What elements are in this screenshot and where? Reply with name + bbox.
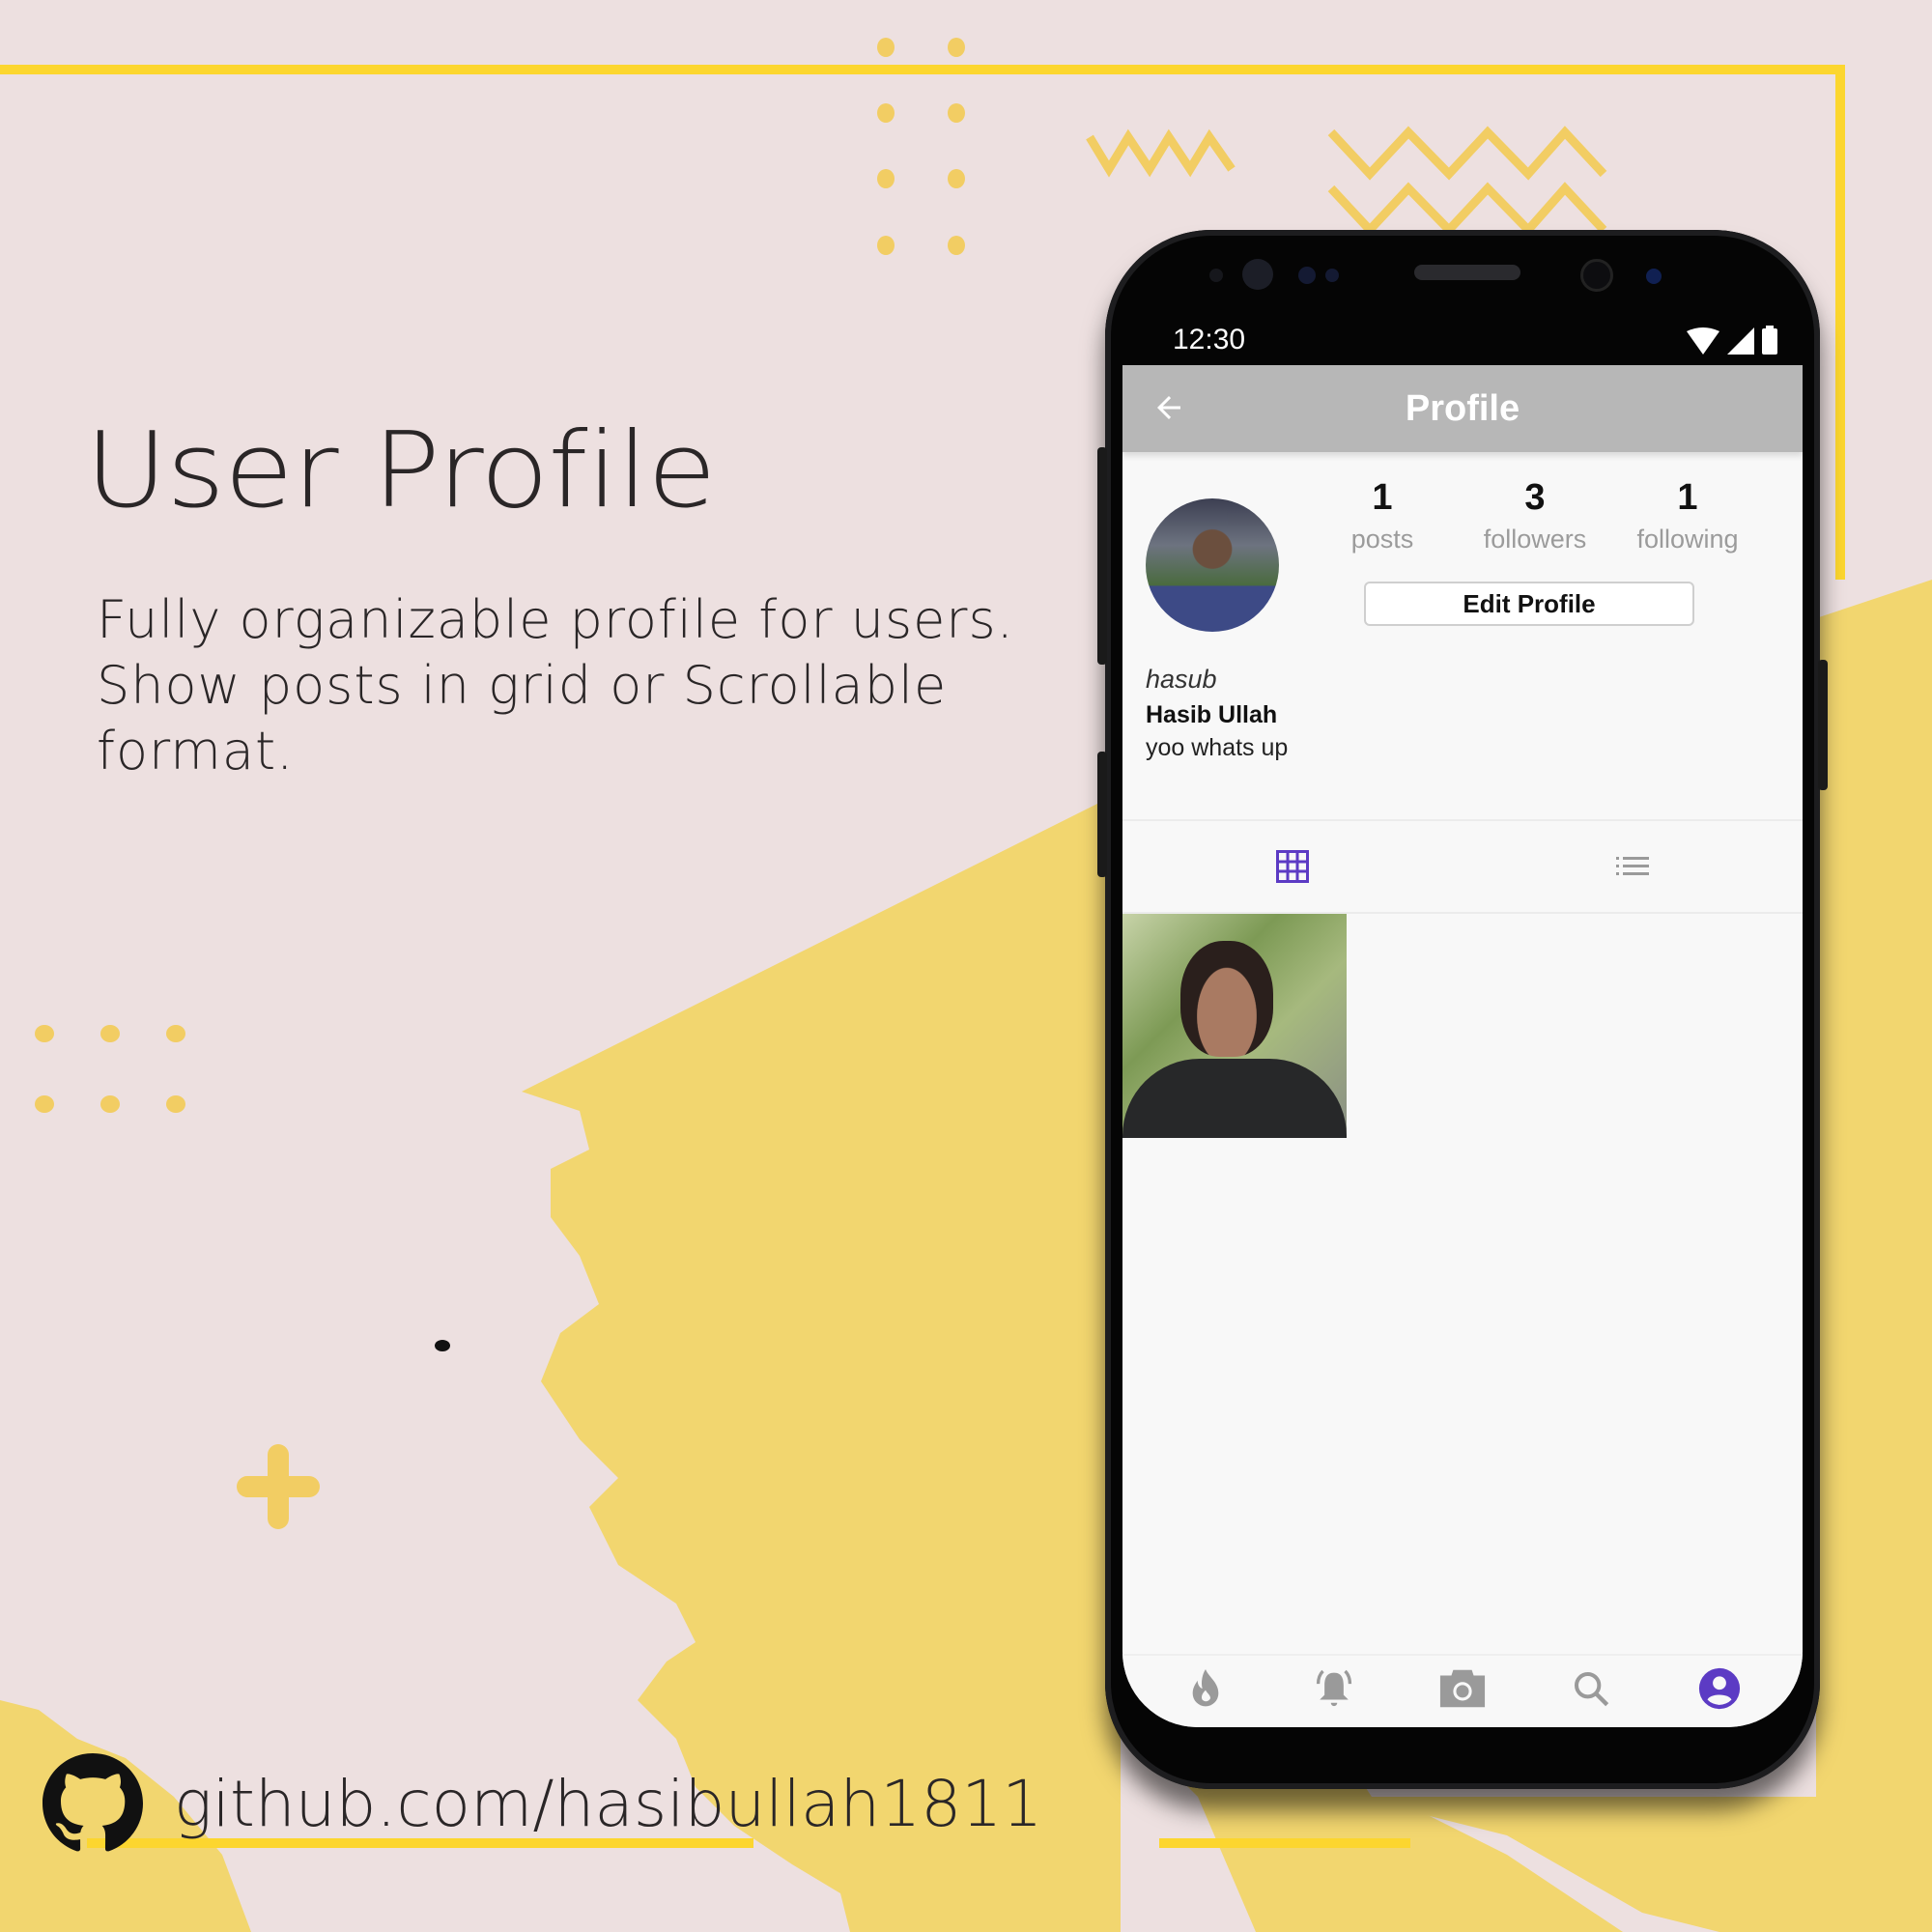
sensor <box>1298 267 1316 284</box>
edit-profile-button[interactable]: Edit Profile <box>1364 582 1694 626</box>
search-icon <box>1574 1672 1608 1707</box>
nav-search[interactable] <box>1562 1660 1620 1718</box>
nav-profile[interactable] <box>1690 1660 1748 1718</box>
sensor <box>1325 269 1339 282</box>
stat-value: 3 <box>1524 477 1546 518</box>
app-bar: Profile <box>1122 365 1803 452</box>
status-time: 12:30 <box>1173 324 1246 355</box>
bell-icon <box>1317 1669 1352 1707</box>
account-circle-icon <box>1698 1667 1740 1710</box>
nav-notifications[interactable] <box>1305 1660 1363 1718</box>
app-screen: Profile 1 posts 3 followers 1 following … <box>1122 365 1803 1727</box>
stat-value: 1 <box>1372 477 1393 518</box>
profile-stats: 1 posts 3 followers 1 following <box>1306 477 1764 554</box>
hero-description: Fully organizable profile for users. Sho… <box>97 589 1014 781</box>
tab-grid-view[interactable] <box>1122 821 1463 912</box>
bottom-navigation <box>1122 1654 1803 1727</box>
wifi-icon <box>1687 327 1719 355</box>
username: hasub <box>1146 665 1217 694</box>
display-name: Hasib Ullah <box>1146 701 1278 728</box>
dot-pattern-left <box>35 1025 185 1113</box>
bio: yoo whats up <box>1146 734 1289 761</box>
list-icon <box>1616 857 1649 875</box>
camera-icon <box>1439 1669 1486 1708</box>
nav-feed[interactable] <box>1177 1660 1235 1718</box>
nav-camera[interactable] <box>1434 1660 1492 1718</box>
battery-icon <box>1762 326 1777 355</box>
view-toggle <box>1122 821 1803 912</box>
sensor <box>1242 259 1273 290</box>
earpiece-speaker <box>1414 265 1520 280</box>
app-bar-title: Profile <box>1405 387 1520 429</box>
power-button <box>1818 660 1828 790</box>
side-button <box>1097 752 1107 877</box>
stat-label: following <box>1636 525 1739 554</box>
github-icon <box>43 1753 143 1852</box>
zigzag-decoration <box>1086 126 1607 237</box>
signal-icon <box>1727 327 1754 355</box>
tab-list-view[interactable] <box>1463 821 1803 912</box>
sensor <box>1209 269 1223 282</box>
volume-button <box>1097 447 1107 665</box>
post-thumbnail[interactable] <box>1122 914 1347 1138</box>
arrow-left-icon[interactable] <box>1151 390 1186 425</box>
hero-title: User Profile <box>85 411 717 531</box>
stat-followers[interactable]: 3 followers <box>1459 477 1611 554</box>
status-bar: 12:30 <box>1124 315 1801 365</box>
stat-value: 1 <box>1677 477 1698 518</box>
github-link[interactable]: github.com/hasibullah1811 <box>43 1753 1042 1854</box>
phone-mockup: 12:30 Profile 1 posts 3 followers 1 foll… <box>1097 230 1828 1789</box>
stat-label: followers <box>1483 525 1587 554</box>
stat-posts[interactable]: 1 posts <box>1306 477 1459 554</box>
flame-icon <box>1193 1669 1219 1707</box>
stat-label: posts <box>1350 525 1414 554</box>
sensor <box>1646 269 1662 284</box>
github-url: github.com/hasibullah1811 <box>174 1766 1043 1841</box>
grid-icon <box>1276 850 1309 883</box>
post-grid <box>1122 914 1803 1138</box>
avatar[interactable] <box>1146 498 1279 632</box>
front-camera <box>1580 259 1613 292</box>
profile-header: 1 posts 3 followers 1 following Edit Pro… <box>1122 452 1803 819</box>
plus-decoration <box>237 1444 320 1529</box>
stat-following[interactable]: 1 following <box>1611 477 1764 554</box>
